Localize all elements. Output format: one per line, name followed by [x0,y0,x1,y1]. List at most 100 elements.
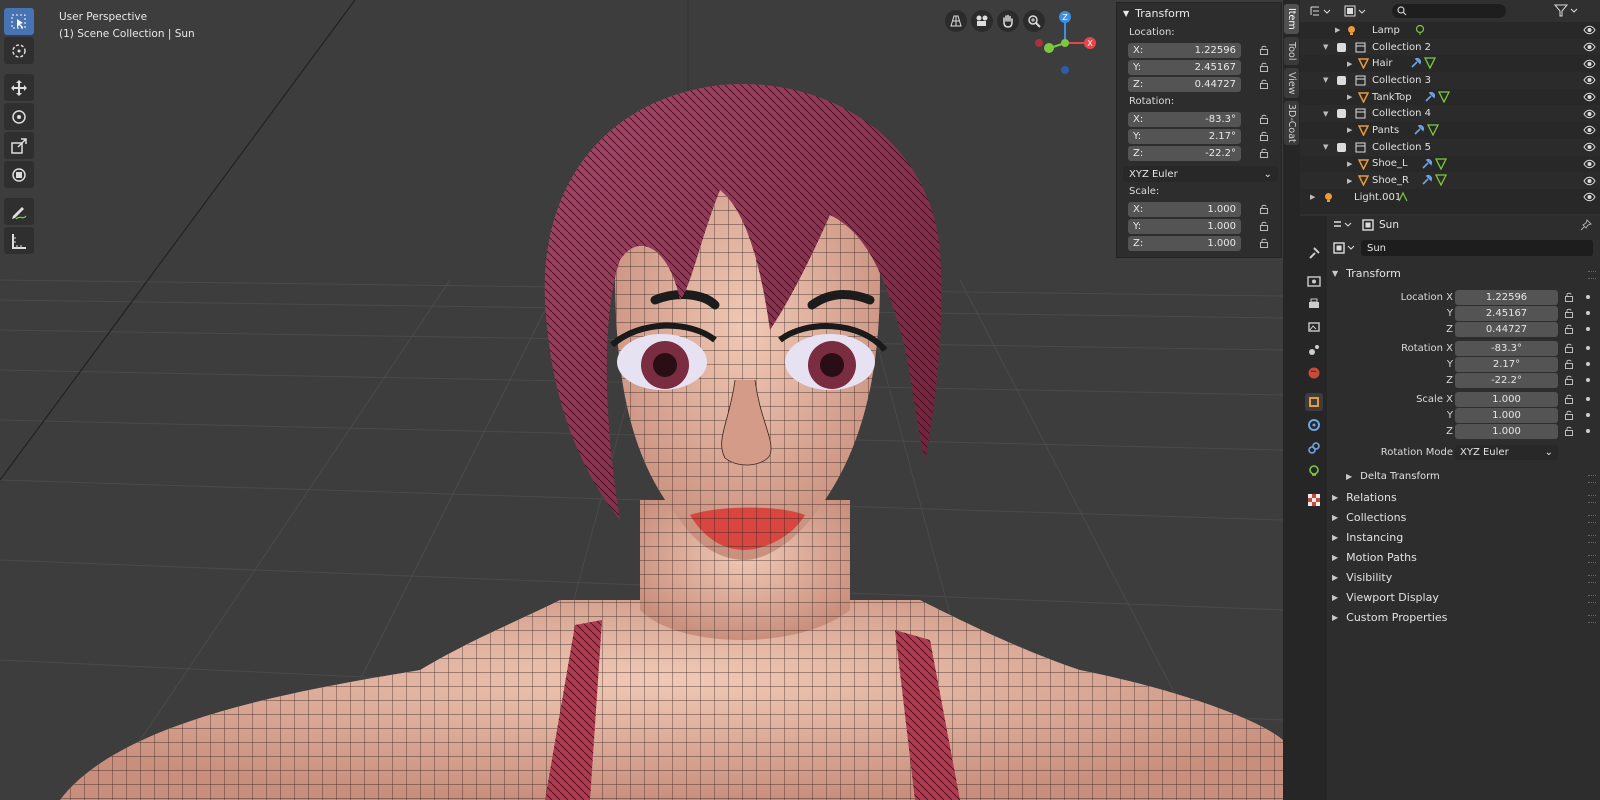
keyframe-dot-icon[interactable] [1586,327,1590,331]
annotate-tool[interactable] [4,198,34,225]
outliner-row-tanktop[interactable]: ▶ TankTop [1300,89,1600,106]
rotation-y-field[interactable]: Y: 2.17° [1128,128,1241,144]
expand-arrow-icon[interactable]: ▶ [1310,193,1315,201]
rotate-tool[interactable] [4,103,34,130]
lock-icon[interactable] [1564,426,1574,436]
lock-icon[interactable] [1259,79,1269,89]
expand-arrow-icon[interactable]: ▶ [1347,126,1352,134]
keyframe-dot-icon[interactable] [1586,346,1590,350]
collapse-arrow-icon[interactable]: ▼ [1323,43,1328,51]
lock-icon[interactable] [1564,359,1574,369]
select-box-tool[interactable] [4,8,34,35]
section-motion-paths[interactable]: ▶ Motion Paths [1332,551,1417,564]
tab-constraints[interactable] [1305,439,1323,457]
navigation-gizmo[interactable]: Z X [1030,10,1100,80]
display-mode-icon[interactable] [1310,5,1332,17]
lock-icon[interactable] [1259,131,1269,141]
outliner-row-shoe-l[interactable]: ▶ Shoe_L [1300,156,1600,173]
collapse-arrow-icon[interactable]: ▼ [1323,76,1328,84]
outliner-row-shoe-r[interactable]: ▶ Shoe_R [1300,172,1600,189]
outliner-row-light-001[interactable]: ▶ Light.001 [1300,189,1600,206]
npanel-transform-header[interactable]: ▼ Transform [1117,3,1281,23]
outliner-row-collection-5[interactable]: ▼ Collection 5 [1300,138,1600,156]
rotation-y-input[interactable]: 2.17° [1455,356,1558,372]
eye-icon[interactable] [1583,25,1596,35]
tab-object-data[interactable] [1305,462,1323,480]
rotation-z-input[interactable]: -22.2° [1455,372,1558,388]
lock-icon[interactable] [1564,324,1574,334]
tab-view-layer[interactable] [1305,318,1323,336]
checkbox-icon[interactable] [1337,142,1346,152]
tab-tool-settings[interactable] [1305,244,1323,262]
expand-arrow-icon[interactable]: ▶ [1347,177,1352,185]
lock-icon[interactable] [1564,410,1574,420]
tab-world[interactable] [1305,364,1323,382]
keyframe-dot-icon[interactable] [1586,378,1590,382]
filter-icon[interactable] [1554,4,1580,18]
outliner-row-lamp[interactable]: ▶ Lamp [1300,22,1600,39]
eye-icon[interactable] [1583,192,1596,202]
lock-icon[interactable] [1564,308,1574,318]
section-custom-properties[interactable]: ▶ Custom Properties [1332,611,1447,624]
lock-icon[interactable] [1259,148,1269,158]
outliner-row-pants[interactable]: ▶ Pants [1300,122,1600,139]
keyframe-dot-icon[interactable] [1586,311,1590,315]
location-x-input[interactable]: 1.22596 [1455,289,1558,305]
location-z-input[interactable]: 0.44727 [1455,321,1558,337]
lock-icon[interactable] [1259,221,1269,231]
checkbox-icon[interactable] [1337,42,1346,52]
eye-icon[interactable] [1583,142,1596,152]
drag-handle-icon[interactable] [1588,615,1596,623]
camera-view-button[interactable] [971,10,993,32]
section-instancing[interactable]: ▶ Instancing [1332,531,1403,544]
eye-icon[interactable] [1583,42,1596,52]
lock-icon[interactable] [1564,343,1574,353]
eye-icon[interactable] [1583,75,1596,85]
drag-handle-icon[interactable] [1588,271,1596,279]
keyframe-dot-icon[interactable] [1586,295,1590,299]
collapse-arrow-icon[interactable]: ▼ [1323,110,1328,118]
axis-y-icon[interactable] [1044,43,1054,53]
expand-arrow-icon[interactable]: ▶ [1335,26,1340,34]
drag-handle-icon[interactable] [1588,515,1596,523]
measure-tool[interactable] [4,227,34,254]
section-viewport-display[interactable]: ▶ Viewport Display [1332,591,1439,604]
move-tool[interactable] [4,74,34,101]
drag-handle-icon[interactable] [1588,535,1596,543]
lock-icon[interactable] [1564,292,1574,302]
scale-z-input[interactable]: 1.000 [1455,423,1558,439]
3d-viewport[interactable]: User Perspective (1) Scene Collection | … [0,0,1283,800]
object-datablock-icon[interactable] [1333,242,1357,254]
rotation-x-input[interactable]: -83.3° [1455,340,1558,356]
object-name-input[interactable]: Sun [1361,240,1593,256]
outliner-row-collection-4[interactable]: ▼ Collection 4 [1300,105,1600,123]
rotation-mode-select[interactable]: XYZ Euler ⌄ [1123,166,1278,182]
tab-3d-coat[interactable]: 3D-Coat [1284,101,1299,145]
eye-icon[interactable] [1583,159,1596,169]
tab-tool[interactable]: Tool [1284,37,1299,65]
lock-icon[interactable] [1259,114,1269,124]
scale-y-field[interactable]: Y: 1.000 [1128,218,1241,234]
rotation-mode-dropdown[interactable]: XYZ Euler ⌄ [1455,444,1558,460]
location-y-input[interactable]: 2.45167 [1455,305,1558,321]
section-delta-transform[interactable]: ▶ Delta Transform [1346,471,1440,482]
toggle-grid-button[interactable] [945,10,967,32]
section-relations[interactable]: ▶ Relations [1332,491,1397,504]
eye-icon[interactable] [1583,109,1596,119]
editor-type-icon[interactable] [1333,219,1353,231]
keyframe-dot-icon[interactable] [1586,397,1590,401]
eye-icon[interactable] [1583,125,1596,135]
collapse-arrow-icon[interactable]: ▼ [1323,143,1328,151]
eye-icon[interactable] [1583,59,1596,69]
section-transform[interactable]: ▼ Transform [1332,267,1401,280]
drag-handle-icon[interactable] [1588,555,1596,563]
lock-icon[interactable] [1259,45,1269,55]
scale-x-input[interactable]: 1.000 [1455,391,1558,407]
cursor-tool[interactable] [4,37,34,64]
keyframe-dot-icon[interactable] [1586,362,1590,366]
rotation-x-field[interactable]: X: -83.3° [1128,111,1241,127]
scale-tool[interactable] [4,132,34,159]
tab-view[interactable]: View [1284,68,1299,98]
outliner-row-hair[interactable]: ▶ Hair [1300,55,1600,72]
rotation-z-field[interactable]: Z: -22.2° [1128,145,1241,161]
